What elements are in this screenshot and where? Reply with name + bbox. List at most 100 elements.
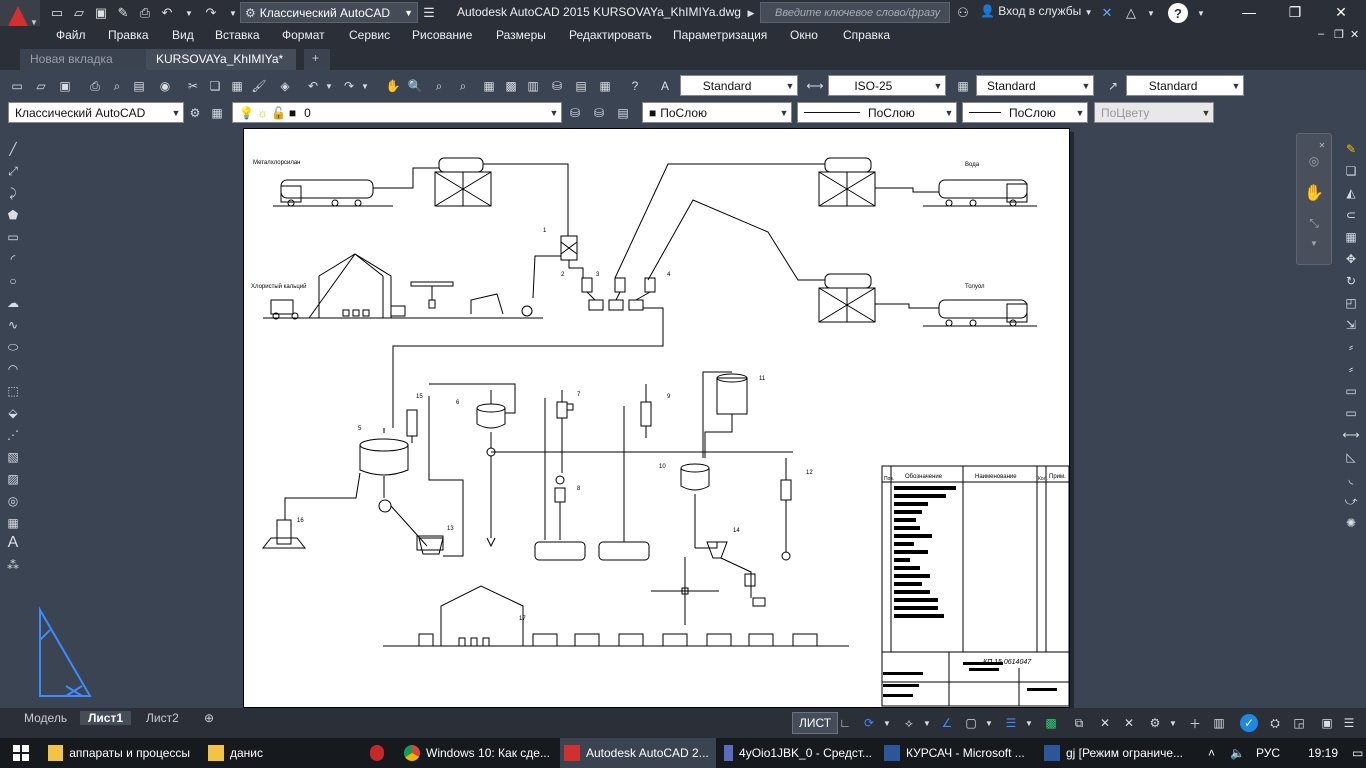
menu-window[interactable]: Окно bbox=[790, 28, 818, 42]
hatch-icon[interactable]: ▧ bbox=[4, 448, 22, 466]
annotation-monitor-icon[interactable]: ＋ bbox=[1186, 714, 1204, 732]
design-center-icon[interactable]: ◉ bbox=[156, 77, 174, 95]
paper-model-toggle[interactable]: ЛИСТ bbox=[792, 712, 839, 734]
graphics-performance-icon[interactable]: ▣ bbox=[1318, 714, 1336, 732]
taskbar-item-folder-1[interactable]: аппараты и процессы bbox=[44, 738, 194, 768]
help-button[interactable]: ? bbox=[1168, 3, 1188, 23]
taskbar-item-media[interactable]: 4yOio1JBK_0 - Средст... bbox=[720, 738, 876, 768]
rectangle-icon[interactable]: ▭ bbox=[4, 228, 22, 246]
cut-icon[interactable]: ✂ bbox=[184, 77, 202, 95]
rotate-icon[interactable]: ↻ bbox=[1342, 272, 1360, 290]
menu-modify[interactable]: Редактировать bbox=[569, 28, 652, 42]
plot-preview-icon[interactable]: ⌕ bbox=[108, 77, 126, 95]
process-flow-drawing[interactable]: Металхлорсилан Вода Хлористый кальций То… bbox=[243, 128, 1070, 708]
new-file-icon[interactable]: ▭ bbox=[48, 4, 66, 22]
text-style-icon[interactable]: A bbox=[656, 77, 674, 95]
mleader-style-select[interactable]: Standard ▼ bbox=[1126, 75, 1244, 96]
chevron-down-icon[interactable]: ▼ bbox=[1164, 714, 1182, 732]
gear-icon[interactable]: ⚙ bbox=[186, 104, 204, 122]
menu-parametric[interactable]: Параметризация bbox=[673, 28, 767, 42]
taskbar-item-word-2[interactable]: gj [Режим ограниче... bbox=[1040, 738, 1196, 768]
close-icon[interactable]: ✕ bbox=[1313, 136, 1331, 154]
layer-select[interactable]: 💡 ☼ 🔓 ■ 0 ▼ bbox=[232, 102, 562, 123]
tab-model[interactable]: Модель bbox=[16, 711, 75, 725]
undo-dropdown-icon[interactable]: ▼ bbox=[320, 77, 338, 95]
tab-active-drawing[interactable]: KURSOVAYa_KhIMIYa* bbox=[146, 49, 296, 70]
fillet-icon[interactable]: ◟ bbox=[1342, 470, 1360, 488]
ortho-icon[interactable]: ∟ bbox=[836, 714, 854, 732]
scale-icon[interactable]: ◰ bbox=[1342, 294, 1360, 312]
menu-dimension[interactable]: Размеры bbox=[496, 28, 546, 42]
taskbar-item-word-1[interactable]: КУРСАЧ - Microsoft ... bbox=[880, 738, 1036, 768]
tool-palettes-icon[interactable]: ▥ bbox=[524, 77, 542, 95]
copy-icon[interactable]: ❏ bbox=[206, 77, 224, 95]
break-at-point-icon[interactable]: ▭ bbox=[1342, 382, 1360, 400]
line-icon[interactable]: ╱ bbox=[4, 140, 22, 158]
point-icon[interactable]: ⋰ bbox=[4, 426, 22, 444]
linetype-select[interactable]: ПоСлою ▼ bbox=[797, 102, 957, 123]
properties-icon[interactable]: ▦ bbox=[480, 77, 498, 95]
chevron-down-icon[interactable]: ▼ bbox=[1020, 714, 1038, 732]
trim-icon[interactable]: ⸗ bbox=[1342, 338, 1360, 356]
redo-dropdown-icon[interactable]: ▼ bbox=[356, 77, 374, 95]
region-icon[interactable]: ◎ bbox=[4, 492, 22, 510]
block-editor-icon[interactable]: ◈ bbox=[276, 77, 294, 95]
text-style-select[interactable]: Standard ▼ bbox=[680, 75, 798, 96]
menu-edit[interactable]: Правка bbox=[108, 28, 149, 42]
menu-format[interactable]: Формат bbox=[282, 28, 325, 42]
save-as-icon[interactable]: ✎ bbox=[114, 4, 132, 22]
taskbar-item-chrome[interactable]: Windows 10: Как сде... bbox=[400, 738, 556, 768]
tab-layout2[interactable]: Лист2 bbox=[138, 711, 187, 725]
color-select[interactable]: ■ ПоСлою ▼ bbox=[642, 102, 792, 123]
open-file-icon[interactable]: ▱ bbox=[70, 4, 88, 22]
language-indicator[interactable]: РУС bbox=[1252, 738, 1284, 768]
add-selected-icon[interactable]: ⁂ bbox=[4, 556, 22, 574]
units-icon[interactable]: ▥ bbox=[1210, 714, 1228, 732]
steering-wheel-icon[interactable]: ◎ bbox=[1305, 152, 1323, 170]
table-style-select[interactable]: Standard ▼ bbox=[976, 75, 1094, 96]
clock[interactable]: 19:19 bbox=[1304, 738, 1342, 768]
chevron-down-icon[interactable]: ▼ bbox=[878, 714, 896, 732]
notifications-icon[interactable]: ▭ bbox=[1348, 738, 1364, 768]
zoom-extents-icon[interactable]: ⤡ bbox=[1305, 214, 1323, 232]
isodraft-icon[interactable]: ⟡ bbox=[900, 714, 918, 732]
polar-tracking-icon[interactable]: ⟳ bbox=[860, 714, 878, 732]
customization-icon[interactable]: ☰ bbox=[1340, 714, 1358, 732]
add-layout-button[interactable]: ⊕ bbox=[196, 711, 222, 725]
tab-new[interactable]: Новая вкладка bbox=[20, 49, 146, 70]
plot-icon[interactable]: ⎙ bbox=[86, 77, 104, 95]
lineweight-icon[interactable]: ☰ bbox=[1002, 714, 1020, 732]
lock-ui-icon[interactable]: ⛭ bbox=[1266, 714, 1284, 732]
workspace-switching-icon[interactable]: ⚙ bbox=[1146, 714, 1164, 732]
match-properties-icon[interactable]: 🖌 bbox=[250, 77, 268, 95]
explode-icon[interactable]: ✺ bbox=[1342, 514, 1360, 532]
make-block-icon[interactable]: ⬙ bbox=[4, 404, 22, 422]
a360-icon[interactable]: △ bbox=[1122, 4, 1140, 22]
chevron-down-icon[interactable]: ▼ bbox=[918, 714, 936, 732]
zoom-window-icon[interactable]: ⌕ bbox=[430, 77, 448, 95]
help-icon[interactable]: ? bbox=[626, 77, 644, 95]
sheet-set-icon[interactable]: ⛁ bbox=[548, 77, 566, 95]
design-center-palette-icon[interactable]: ▩ bbox=[502, 77, 520, 95]
taskbar-item-recorder[interactable] bbox=[366, 738, 388, 768]
make-current-layer-icon[interactable]: ⛁ bbox=[566, 104, 584, 122]
pan-icon[interactable]: ✋ bbox=[1304, 184, 1324, 202]
table-style-icon[interactable]: ▦ bbox=[954, 77, 972, 95]
undo-icon[interactable]: ↶ bbox=[158, 4, 176, 22]
construction-line-icon[interactable]: ⤢ bbox=[4, 162, 22, 180]
paste-icon[interactable]: ▦ bbox=[228, 77, 246, 95]
mleader-style-icon[interactable]: ↗ bbox=[1104, 77, 1122, 95]
spline-icon[interactable]: ∿ bbox=[4, 316, 22, 334]
doc-restore-icon[interactable]: ❐ bbox=[1334, 28, 1344, 41]
calculator-icon[interactable]: ▦ bbox=[596, 77, 614, 95]
redo-icon[interactable]: ↷ bbox=[202, 4, 220, 22]
insert-block-icon[interactable]: ⬚ bbox=[4, 382, 22, 400]
layout-paper[interactable]: Металхлорсилан Вода Хлористый кальций То… bbox=[243, 128, 1070, 708]
search-input[interactable]: Введите ключевое слово/фразу bbox=[760, 2, 950, 23]
gradient-icon[interactable]: ▨ bbox=[4, 470, 22, 488]
chevron-down-icon[interactable]: ▼ bbox=[1142, 4, 1160, 22]
close-icon[interactable]: ✕ bbox=[1318, 0, 1364, 24]
open-icon[interactable]: ▱ bbox=[32, 77, 50, 95]
layer-properties-icon[interactable]: ▦ bbox=[208, 104, 226, 122]
break-icon[interactable]: ▭ bbox=[1342, 404, 1360, 422]
